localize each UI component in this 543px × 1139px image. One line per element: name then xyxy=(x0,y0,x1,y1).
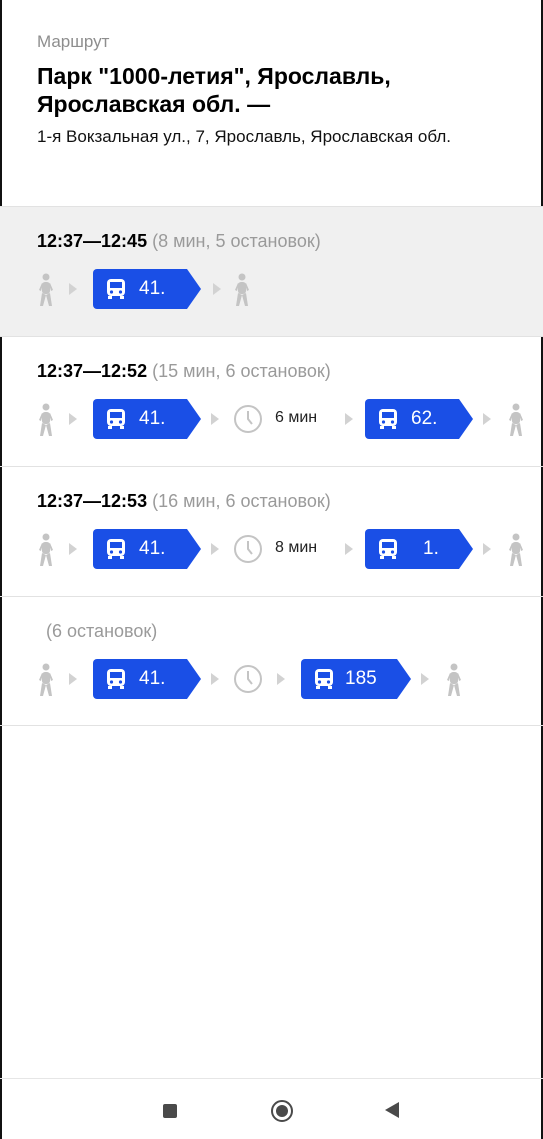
chevron-right-icon xyxy=(345,413,353,425)
walk-icon xyxy=(37,533,55,567)
route-time: 12:37—12:45 xyxy=(37,231,148,251)
bus-icon xyxy=(105,278,127,300)
chevron-right-icon xyxy=(277,673,285,685)
bus-number: 41. xyxy=(139,408,166,429)
route-caption: Маршрут xyxy=(37,32,110,51)
route-option-4[interactable]: (6 остановок) 41. 185 xyxy=(0,596,543,726)
chevron-right-icon xyxy=(211,543,219,555)
chevron-right-icon xyxy=(69,283,77,295)
route-time: 12:37—12:52 xyxy=(37,361,148,381)
chevron-right-icon xyxy=(421,673,429,685)
bus-badge: 41. xyxy=(93,399,201,439)
system-nav-bar xyxy=(0,1078,543,1139)
route-times: 12:37—12:45 (8 мин, 5 остановок) xyxy=(37,231,321,252)
bus-icon xyxy=(105,408,127,430)
bus-icon xyxy=(105,668,127,690)
chevron-right-icon xyxy=(211,413,219,425)
bus-number: 41. xyxy=(139,278,166,299)
walk-icon xyxy=(445,663,463,697)
walk-icon xyxy=(37,403,55,437)
chevron-right-icon xyxy=(69,543,77,555)
home-icon[interactable] xyxy=(271,1100,293,1122)
bus-icon xyxy=(377,538,399,560)
route-option-3[interactable]: 12:37—12:53 (16 мин, 6 остановок) 41. 8 … xyxy=(0,466,543,596)
chevron-right-icon xyxy=(69,413,77,425)
clock-icon xyxy=(233,664,263,694)
walk-icon xyxy=(507,403,525,437)
clock-icon xyxy=(233,404,263,434)
recents-icon[interactable] xyxy=(163,1104,177,1118)
bus-badge: 41. xyxy=(93,659,201,699)
route-title: Парк "1000-летия", Ярославль, Ярославска… xyxy=(37,63,391,117)
bus-number: 1. xyxy=(423,538,439,559)
route-option-1[interactable]: 12:37—12:45 (8 мин, 5 остановок) 41. xyxy=(0,206,543,336)
bus-icon xyxy=(377,408,399,430)
bus-badge: 185 xyxy=(301,659,411,699)
route-duration: (6 остановок) xyxy=(46,621,158,641)
route-times: 12:37—12:53 (16 мин, 6 остановок) xyxy=(37,491,331,512)
route-header: Маршрут Парк "1000-летия", Ярославль, Яр… xyxy=(0,0,543,206)
route-option-2[interactable]: 12:37—12:52 (15 мин, 6 остановок) 41. 6 … xyxy=(0,336,543,466)
route-duration: (16 мин, 6 остановок) xyxy=(147,491,331,511)
bus-number: 41. xyxy=(139,668,166,689)
bus-badge: 62. xyxy=(365,399,473,439)
chevron-right-icon xyxy=(345,543,353,555)
walk-icon xyxy=(37,663,55,697)
bus-badge: 41. xyxy=(93,529,201,569)
bus-number: 41. xyxy=(139,538,166,559)
route-duration: (8 мин, 5 остановок) xyxy=(147,231,321,251)
destination-address: 1-я Вокзальная ул., 7, Ярославль, Яросла… xyxy=(37,127,451,146)
route-time: 12:37—12:53 xyxy=(37,491,148,511)
bus-number: 62. xyxy=(411,408,438,429)
chevron-right-icon xyxy=(483,413,491,425)
route-times: 12:37—12:52 (15 мин, 6 остановок) xyxy=(37,361,331,382)
route-times: (6 остановок) xyxy=(46,621,157,642)
route-duration: (15 мин, 6 остановок) xyxy=(147,361,331,381)
wait-time: 8 мин xyxy=(275,539,318,556)
bus-number: 185 xyxy=(345,668,377,689)
wait-time: 6 мин xyxy=(275,409,318,426)
chevron-right-icon xyxy=(213,283,221,295)
walk-icon xyxy=(507,533,525,567)
clock-icon xyxy=(233,534,263,564)
walk-icon xyxy=(37,273,55,307)
back-icon[interactable] xyxy=(385,1102,399,1118)
chevron-right-icon xyxy=(211,673,219,685)
bus-icon xyxy=(105,538,127,560)
bus-icon xyxy=(313,668,335,690)
bus-badge: 1. xyxy=(365,529,473,569)
bus-badge: 41. xyxy=(93,269,201,309)
chevron-right-icon xyxy=(69,673,77,685)
chevron-right-icon xyxy=(483,543,491,555)
walk-icon xyxy=(233,273,251,307)
